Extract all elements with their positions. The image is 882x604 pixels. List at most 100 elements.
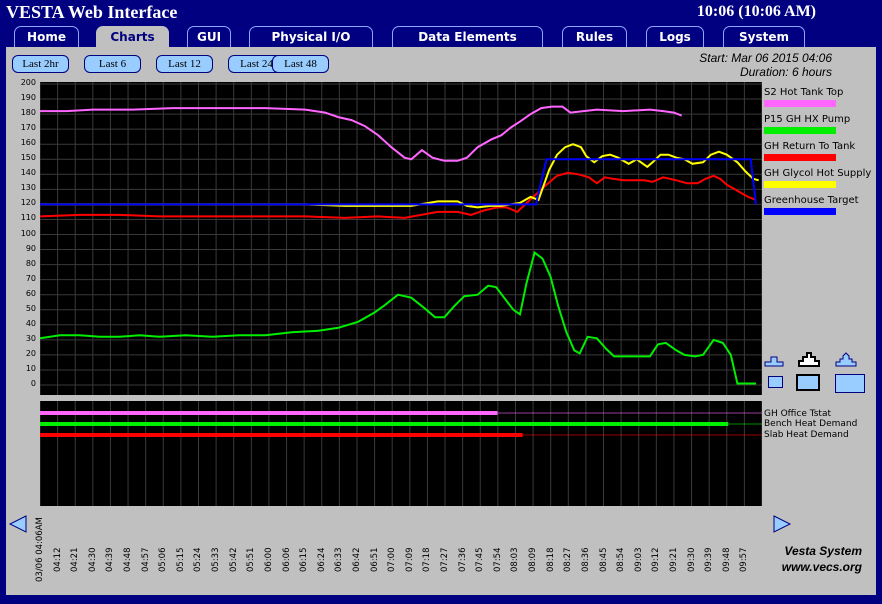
x-tick-label: 07:54 [492,547,503,573]
range-button-48[interactable]: Last 48 [272,55,329,73]
small-step-up-icon[interactable] [763,352,785,368]
x-tick-label: 08:09 [528,547,539,573]
x-tick-label: 06:15 [299,547,310,573]
y-tick-label: 110 [20,213,36,223]
start-time: Start: Mar 06 2015 04:06 [699,51,832,65]
tab-charts[interactable]: Charts [96,26,169,48]
y-tick-label: 70 [25,273,36,283]
x-tick-label: 09:12 [651,547,662,573]
header-title: VESTA Web Interface [6,2,178,22]
x-tick-label: 05:33 [211,547,222,573]
y-tick-label: 130 [20,183,36,193]
x-tick-label: 08:54 [616,547,627,573]
signal-label-gh-office-tstat: GH Office Tstat [764,409,832,419]
x-date-label: 03/06 04:06AM [35,517,45,582]
legend-label-gh-glycol-hot-supply: GH Glycol Hot Supply [764,168,872,179]
y-tick-label: 90 [25,243,36,253]
range-button-12[interactable]: Last 12 [156,55,213,73]
x-tick-label: 09:39 [704,547,715,573]
tab-home[interactable]: Home [14,26,79,47]
small-box-icon[interactable] [768,376,783,388]
x-tick-label: 09:21 [668,547,679,573]
range-button-6[interactable]: Last 6 [84,55,141,73]
y-tick-label: 80 [25,258,36,268]
y-tick-label: 120 [20,198,36,208]
x-tick-label: 07:27 [440,547,451,573]
charts-panel: Last 2hr Last 6 Last 12 Last 24 Last 48 … [6,47,876,595]
prev-arrow-icon[interactable] [8,514,28,534]
tab-data-elements[interactable]: Data Elements [392,26,543,47]
x-tick-label: 08:18 [545,547,556,573]
legend-label-p15-gh-hx-pump: P15 GH HX Pump [764,114,851,125]
legend-label-gh-return-to-tank: GH Return To Tank [764,141,856,152]
x-tick-label: 07:36 [457,547,468,573]
medium-step-up-icon[interactable] [797,350,821,368]
x-tick-label: 06:33 [334,547,345,573]
tab-gui[interactable]: GUI [187,26,231,47]
x-tick-label: 06:06 [281,547,292,573]
legend-label-s2-hot-tank-top: S2 Hot Tank Top [764,87,844,98]
x-tick-label: 09:30 [686,547,697,573]
medium-box-icon[interactable] [796,374,820,391]
x-tick-label: 08:03 [510,547,521,573]
signal-plot-background [40,401,762,506]
y-tick-label: 160 [20,138,36,148]
legend-swatch-gh-return-to-tank [764,154,836,161]
x-tick-label: 06:24 [316,547,327,573]
signal-label-slab-heat-demand: Slab Heat Demand [764,430,849,440]
x-tick-label: 06:42 [351,547,362,573]
footer-system-name: Vesta System [784,544,862,558]
y-tick-label: 190 [20,93,36,103]
x-tick-label: 08:27 [563,547,574,573]
tab-physical-io[interactable]: Physical I/O [249,26,373,47]
y-tick-label: 170 [20,123,36,133]
y-tick-label: 200 [20,78,36,87]
x-tick-label: 04:12 [52,547,63,573]
tab-system[interactable]: System [723,26,805,47]
y-tick-label: 180 [20,108,36,118]
legend-swatch-gh-glycol-hot-supply [764,181,836,188]
footer: Vesta System www.vecs.org [782,543,862,575]
duration: Duration: 6 hours [739,65,832,79]
x-tick-label: 09:57 [739,547,750,573]
tab-logs[interactable]: Logs [646,26,704,47]
footer-url: www.vecs.org [781,560,862,574]
header-time: 10:06 (10:06 AM) [696,3,816,20]
signal-label-bench-heat-demand: Bench Heat Demand [764,419,858,429]
x-tick-label: 04:30 [87,547,98,573]
y-tick-label: 150 [20,153,36,163]
x-tick-label: 06:51 [369,547,380,573]
y-tick-label: 140 [20,168,36,178]
y-tick-label: 0 [30,379,36,388]
x-tick-label: 05:42 [228,547,239,573]
legend-swatch-p15-gh-hx-pump [764,127,836,134]
legend-swatch-greenhouse-target [764,208,836,215]
x-tick-label: 05:51 [246,547,257,573]
large-box-icon[interactable] [835,374,865,393]
x-tick-label: 04:48 [123,547,134,573]
x-tick-label: 05:24 [193,547,204,573]
legend-label-greenhouse-target: Greenhouse Target [764,195,859,206]
x-tick-label: 08:36 [580,547,591,573]
y-tick-label: 100 [20,228,36,238]
tab-rules[interactable]: Rules [562,26,627,47]
main-chart [40,82,762,395]
x-tick-label: 04:57 [140,547,151,573]
y-tick-label: 60 [25,288,36,298]
y-tick-label: 30 [25,333,36,343]
digital-signal-chart [40,401,762,506]
range-button-2hr[interactable]: Last 2hr [12,55,69,73]
x-tick-label: 07:45 [475,547,486,573]
x-tick-label: 05:06 [158,547,169,573]
large-step-up-icon[interactable] [834,350,858,368]
y-tick-label: 10 [25,363,36,373]
x-tick-label: 09:48 [721,547,732,573]
x-tick-label: 04:39 [105,547,116,573]
y-tick-label: 20 [25,348,36,358]
x-tick-label: 06:00 [263,547,274,573]
y-tick-label: 40 [25,318,36,328]
x-tick-label: 04:21 [70,547,81,573]
x-tick-label: 09:03 [633,547,644,573]
x-tick-label: 08:45 [598,547,609,573]
next-arrow-icon[interactable] [772,514,792,534]
